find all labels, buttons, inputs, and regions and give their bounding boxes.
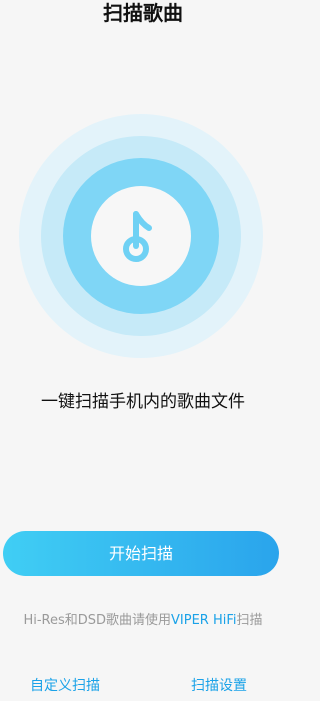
hires-hint: Hi-Res和DSD歌曲请使用VIPER HiFi扫描 xyxy=(0,611,286,631)
scan-description: 一键扫描手机内的歌曲文件 xyxy=(41,392,245,412)
hint-prefix: Hi-Res和DSD歌曲请使用 xyxy=(23,613,172,628)
viper-hifi-link[interactable]: VIPER HiFi xyxy=(171,613,236,628)
custom-scan-link[interactable]: 自定义扫描 xyxy=(30,675,100,697)
music-note-icon xyxy=(123,211,152,262)
start-scan-button[interactable]: 开始扫描 xyxy=(3,531,279,576)
scan-settings-link[interactable]: 扫描设置 xyxy=(191,675,247,697)
page-title: 扫描歌曲 xyxy=(103,1,183,25)
hint-suffix: 扫描 xyxy=(236,613,263,628)
